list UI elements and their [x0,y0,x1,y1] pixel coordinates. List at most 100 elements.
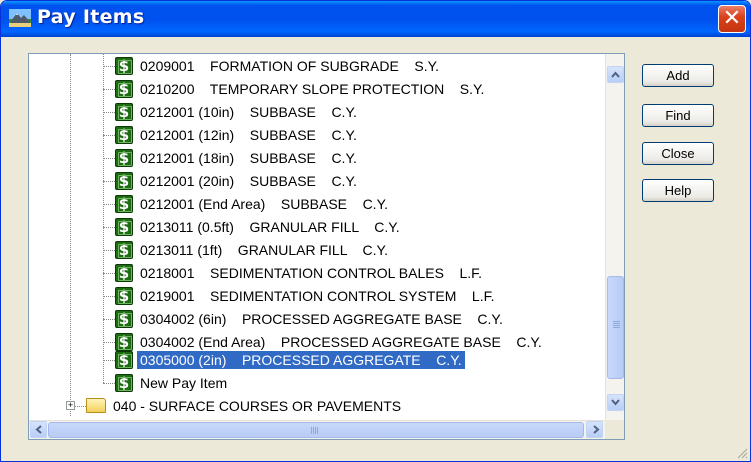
tree-item-label: 0212001 (18in) SUBBASE C.Y. [140,150,357,166]
vertical-scrollbar[interactable] [605,54,624,420]
pay-item-dollar-icon: $ [115,149,133,167]
find-button[interactable]: Find [642,104,714,127]
tree-item-label: 0212001 (End Area) SUBBASE C.Y. [140,196,388,212]
pay-item-dollar-icon: $ [115,80,133,98]
scroll-up-button[interactable] [607,66,624,83]
pay-item-dollar-icon: $ [115,126,133,144]
tree-item-label: 0209001 FORMATION OF SUBGRADE S.Y. [140,58,440,74]
thumb-grip [315,427,316,434]
pay-item-dollar-icon: $ [115,195,133,213]
tree-branch-line [103,66,115,67]
pay-item-dollar-icon: $ [115,310,133,328]
tree-branch-line [103,273,115,274]
pay-item-dollar-icon: $ [115,172,133,190]
thumb-grip [313,427,314,434]
tree-branch-line [103,360,115,361]
add-button[interactable]: Add [642,64,714,87]
tree-branch-line [103,89,115,90]
tree-item[interactable]: $ 0219001 SEDIMENTATION CONTROL SYSTEM L… [115,287,495,305]
resize-grip-icon[interactable] [736,447,748,459]
help-button[interactable]: Help [642,179,714,202]
pay-item-dollar-icon: $ [115,287,133,305]
pay-items-app-icon [9,9,31,27]
tree-folder-item[interactable]: + 040 - SURFACE COURSES OR PAVEMENTS [65,397,485,415]
tree-item-label: 0212001 (20in) SUBBASE C.Y. [140,173,357,189]
chevron-right-icon [593,425,600,434]
window-title: Pay Items [37,6,145,28]
tree-item[interactable]: $ 0209001 FORMATION OF SUBGRADE S.Y. [115,57,439,75]
tree-item[interactable]: $ 0212001 (20in) SUBBASE C.Y. [115,172,357,190]
pay-item-dollar-icon: $ [115,333,133,351]
title-bar[interactable]: Pay Items ✕ [1,1,750,37]
tree-item-label: 0304002 (End Area) PROCESSED AGGREGATE B… [140,334,542,350]
close-icon: ✕ [722,6,742,31]
pay-item-dollar-icon: $ [115,264,133,282]
tree-item[interactable]: $ 0304002 (End Area) PROCESSED AGGREGATE… [115,333,542,351]
tree-item-label: 0218001 SEDIMENTATION CONTROL BALES L.F. [140,265,483,281]
thumb-grip [311,427,312,434]
scroll-down-button[interactable] [607,394,624,411]
chevron-up-icon [611,71,620,78]
tree-branch-line [103,112,115,113]
tree-item-label: 0213011 (0.5ft) GRANULAR FILL C.Y. [140,219,400,235]
tree-item-label: 0219001 SEDIMENTATION CONTROL SYSTEM L.F… [140,288,495,304]
tree-branch-line [103,54,104,383]
expand-plus-icon[interactable]: + [66,401,75,410]
chevron-down-icon [611,399,620,406]
tree-branch-line [103,227,115,228]
tree-item-label: 0212001 (10in) SUBBASE C.Y. [140,104,357,120]
tree-item-label: New Pay Item [140,375,228,391]
scrollbar-corner [605,420,624,439]
tree-branch-line [103,158,115,159]
tree-branch-line [103,181,115,182]
thumb-grip [613,327,620,328]
window-close-button[interactable]: ✕ [718,5,746,33]
tree-branch-line [103,204,115,205]
pay-item-dollar-icon: $ [115,57,133,75]
tree-branch-line [103,250,115,251]
tree-item-label: 0212001 (12in) SUBBASE C.Y. [140,127,357,143]
tree-item-selected[interactable]: $ 0305000 (2in) PROCESSED AGGREGATE C.Y. [115,351,465,369]
tree-item[interactable]: $ 0212001 (10in) SUBBASE C.Y. [115,103,357,121]
tree-branch-line [103,383,115,384]
pay-items-dialog: Pay Items ✕ $ 0209001 FORMATION OF SUBGR… [0,0,751,462]
vertical-scroll-thumb[interactable] [607,276,624,379]
tree-branch-line [103,319,115,320]
scroll-left-button[interactable] [30,421,47,438]
tree-item[interactable]: $ 0213011 (0.5ft) GRANULAR FILL C.Y. [115,218,400,236]
thumb-grip [613,323,620,324]
tree-folder-label: 040 - SURFACE COURSES OR PAVEMENTS [113,398,402,414]
tree-item[interactable]: $ 0304002 (6in) PROCESSED AGGREGATE BASE… [115,310,503,328]
folder-icon [86,398,106,413]
pay-item-dollar-icon: $ [115,241,133,259]
tree-viewport: $ 0209001 FORMATION OF SUBGRADE S.Y. $ 0… [29,54,605,420]
thumb-grip [317,427,318,434]
tree-branch-line [103,135,115,136]
tree-item-label: 0305000 (2in) PROCESSED AGGREGATE C.Y. [137,351,465,369]
tree-item-label: 0213011 (1ft) GRANULAR FILL C.Y. [140,242,388,258]
tree-item[interactable]: $ 0210200 TEMPORARY SLOPE PROTECTION S.Y… [115,80,484,98]
tree-item-label: 0304002 (6in) PROCESSED AGGREGATE BASE C… [140,311,503,327]
thumb-grip [613,321,620,322]
pay-item-dollar-icon: $ [115,103,133,121]
tree-item[interactable]: $ 0212001 (18in) SUBBASE C.Y. [115,149,357,167]
pay-item-dollar-icon: $ [115,351,133,369]
chevron-left-icon [35,425,42,434]
horizontal-scroll-thumb[interactable] [48,422,584,438]
tree-item[interactable]: $ 0212001 (12in) SUBBASE C.Y. [115,126,357,144]
tree-item-label: 0210200 TEMPORARY SLOPE PROTECTION S.Y. [140,81,485,97]
scroll-right-button[interactable] [586,421,603,438]
horizontal-scrollbar[interactable] [29,420,605,439]
pay-item-dollar-icon: $ [115,218,133,236]
tree-item[interactable]: $ New Pay Item [115,374,227,392]
close-button[interactable]: Close [642,142,714,165]
pay-items-tree: $ 0209001 FORMATION OF SUBGRADE S.Y. $ 0… [28,53,625,440]
tree-item[interactable]: $ 0218001 SEDIMENTATION CONTROL BALES L.… [115,264,482,282]
tree-branch-line [70,54,71,416]
tree-branch-line [103,342,115,343]
tree-branch-line [103,296,115,297]
pay-item-dollar-icon: $ [115,374,133,392]
thumb-grip [613,325,620,326]
tree-item[interactable]: $ 0212001 (End Area) SUBBASE C.Y. [115,195,388,213]
tree-item[interactable]: $ 0213011 (1ft) GRANULAR FILL C.Y. [115,241,388,259]
